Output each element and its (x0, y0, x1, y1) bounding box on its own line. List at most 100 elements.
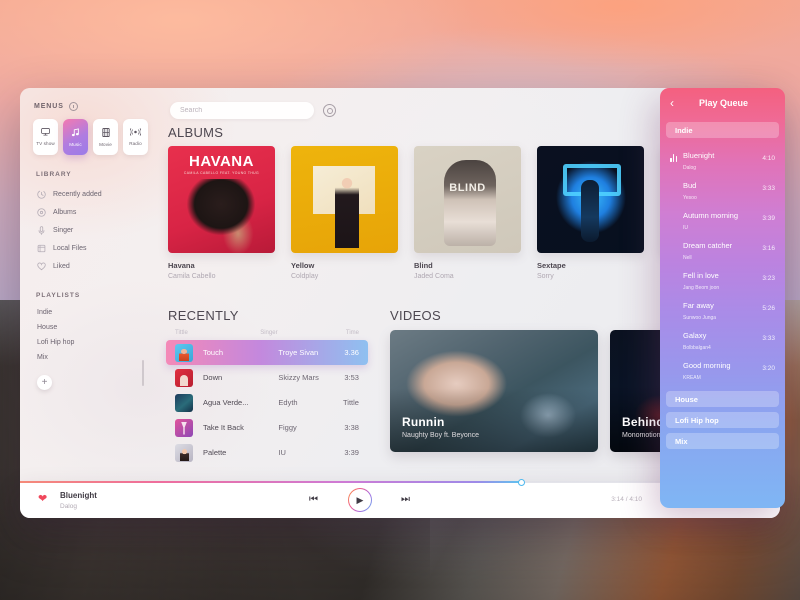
track-row[interactable]: Palette IU 3:39 (166, 440, 368, 465)
queue-item[interactable]: Dream catcher Nell 3:16 (660, 233, 785, 263)
queue-item[interactable]: Fell in love Jang Beom joon 3:23 (660, 263, 785, 293)
queue-item-title: Far away (683, 301, 714, 310)
now-playing-title: Bluenight (60, 491, 97, 500)
album-artwork (291, 146, 398, 253)
track-row[interactable]: Down Skizzy Mars 3:53 (166, 365, 368, 390)
queue-item-artist: KREAM (683, 375, 762, 381)
queue-group-lofi-hip-hop[interactable]: Lofi Hip hop (666, 412, 779, 428)
sidebar: MENUS TV show Music Movie (20, 88, 148, 518)
disc-icon (37, 208, 46, 217)
disc-icon[interactable] (323, 104, 336, 117)
tab-movie[interactable]: Movie (93, 119, 118, 155)
queue-item-time: 3:33 (762, 185, 775, 192)
track-time: 3:38 (332, 423, 359, 432)
queue-item-artist: Dalog (683, 165, 762, 171)
sidebar-playlist-indie[interactable]: Indie (20, 305, 148, 320)
queue-item-artist: Yesoo (683, 195, 762, 201)
library-section-title: LIBRARY (20, 171, 148, 178)
playlists-section-title: PLAYLISTS (20, 292, 148, 299)
menus-options-icon[interactable] (69, 102, 78, 111)
sidebar-item-label: Liked (53, 263, 70, 270)
track-singer: Figgy (278, 423, 331, 432)
chevron-left-icon[interactable]: ‹ (670, 97, 684, 109)
queue-item-time: 5:26 (762, 305, 775, 312)
video-subtitle: Naughty Boy ft. Beyonce (402, 432, 479, 439)
queue-item-title: Dream catcher (683, 241, 732, 250)
sidebar-item-local-files[interactable]: Local Files (20, 239, 148, 257)
column-header-title: Tittle (175, 330, 260, 336)
video-card[interactable]: Runnin Naughty Boy ft. Beyonce (390, 330, 598, 452)
sidebar-playlist-lofi-hip-hop[interactable]: Lofi Hip hop (20, 335, 148, 350)
track-time: 3.36 (332, 348, 359, 357)
album-card[interactable]: Sextape Sorry (537, 146, 644, 280)
album-card[interactable]: Yellow Coldplay (291, 146, 398, 280)
sidebar-item-recently-added[interactable]: Recently added (20, 185, 148, 203)
sidebar-item-label: Singer (53, 227, 73, 234)
tab-radio-label: Radio (129, 141, 142, 146)
queue-item-time: 4:10 (762, 155, 775, 162)
video-meta: Runnin Naughty Boy ft. Beyonce (402, 415, 479, 439)
album-artist: Camila Cabello (168, 273, 275, 280)
sidebar-item-albums[interactable]: Albums (20, 203, 148, 221)
tab-tv-show[interactable]: TV show (33, 119, 58, 155)
track-thumbnail (175, 344, 193, 362)
track-singer: Troye Sivan (278, 348, 331, 357)
queue-group-mix[interactable]: Mix (666, 433, 779, 449)
queue-item-title: Autumn morning (683, 211, 738, 220)
queue-item[interactable]: Bud Yesoo 3:33 (660, 173, 785, 203)
clock-icon (37, 190, 46, 199)
queue-item[interactable]: Good morning KREAM 3:20 (660, 353, 785, 383)
search-input[interactable] (170, 102, 314, 119)
queue-item-title: Fell in love (683, 271, 719, 280)
track-title: Take It Back (203, 423, 278, 432)
track-singer: Edyth (278, 398, 331, 407)
queue-group-house[interactable]: House (666, 391, 779, 407)
queue-item-time: 3:16 (762, 245, 775, 252)
track-thumbnail (175, 444, 193, 462)
queue-item-title: Good morning (683, 361, 731, 370)
previous-track-icon[interactable]: ⏮ (309, 495, 318, 505)
category-tabs: TV show Music Movie Radio (20, 111, 148, 155)
track-title: Touch (203, 348, 278, 357)
queue-item-time: 3:33 (762, 335, 775, 342)
track-row[interactable]: Take It Back Figgy 3:38 (166, 415, 368, 440)
queue-item[interactable]: Far away Sunwoo Junga 5:26 (660, 293, 785, 323)
sidebar-scrollbar[interactable] (142, 360, 144, 386)
track-row[interactable]: Touch Troye Sivan 3.36 (166, 340, 368, 365)
now-playing-artist: Dalog (60, 503, 77, 510)
queue-item[interactable]: Bluenight Dalog 4:10 (660, 143, 785, 173)
recently-track-table: Tittle Singer Time Touch Troye Sivan 3.3… (166, 330, 368, 465)
album-title: Havana (168, 261, 275, 270)
tab-music[interactable]: Music (63, 119, 88, 155)
album-artwork (537, 146, 644, 253)
track-thumbnail (175, 419, 193, 437)
queue-item-title: Bud (683, 181, 696, 190)
next-track-icon[interactable]: ⏭ (401, 495, 410, 505)
sidebar-item-singer[interactable]: Singer (20, 221, 148, 239)
album-artist: Sorry (537, 273, 644, 280)
track-table-header: Tittle Singer Time (166, 330, 368, 340)
sidebar-item-label: Local Files (53, 245, 86, 252)
queue-item-title: Bluenight (683, 151, 714, 160)
queue-item[interactable]: Autumn morning IU 3:39 (660, 203, 785, 233)
sidebar-item-liked[interactable]: Liked (20, 257, 148, 275)
album-art-subtitle: CAMILA CABELLO FEAT. YOUNG THUG (168, 171, 275, 175)
track-title: Agua Verde... (203, 398, 278, 407)
album-card[interactable]: HAVANA CAMILA CABELLO FEAT. YOUNG THUG H… (168, 146, 275, 280)
heart-icon[interactable]: ❤ (38, 494, 47, 505)
queue-item-artist: Nell (683, 255, 762, 261)
add-playlist-button[interactable]: + (37, 375, 52, 390)
sidebar-playlist-house[interactable]: House (20, 320, 148, 335)
play-icon[interactable]: ▶ (348, 488, 372, 512)
album-card[interactable]: BLIND Blind Jaded Coma (414, 146, 521, 280)
track-singer: Skizzy Mars (278, 373, 331, 382)
progress-knob[interactable] (518, 479, 525, 486)
recently-heading: RECENTLY (168, 308, 239, 323)
sidebar-playlist-mix[interactable]: Mix (20, 350, 148, 365)
play-queue-panel: ‹ Play Queue Indie Bluenight Dalog 4:10 … (660, 88, 785, 508)
queue-group-indie[interactable]: Indie (666, 122, 779, 138)
tab-radio[interactable]: Radio (123, 119, 148, 155)
queue-item[interactable]: Galaxy Bolbbalgan4 3:33 (660, 323, 785, 353)
track-row[interactable]: Agua Verde... Edyth Tittle (166, 390, 368, 415)
search-bar (170, 102, 336, 119)
